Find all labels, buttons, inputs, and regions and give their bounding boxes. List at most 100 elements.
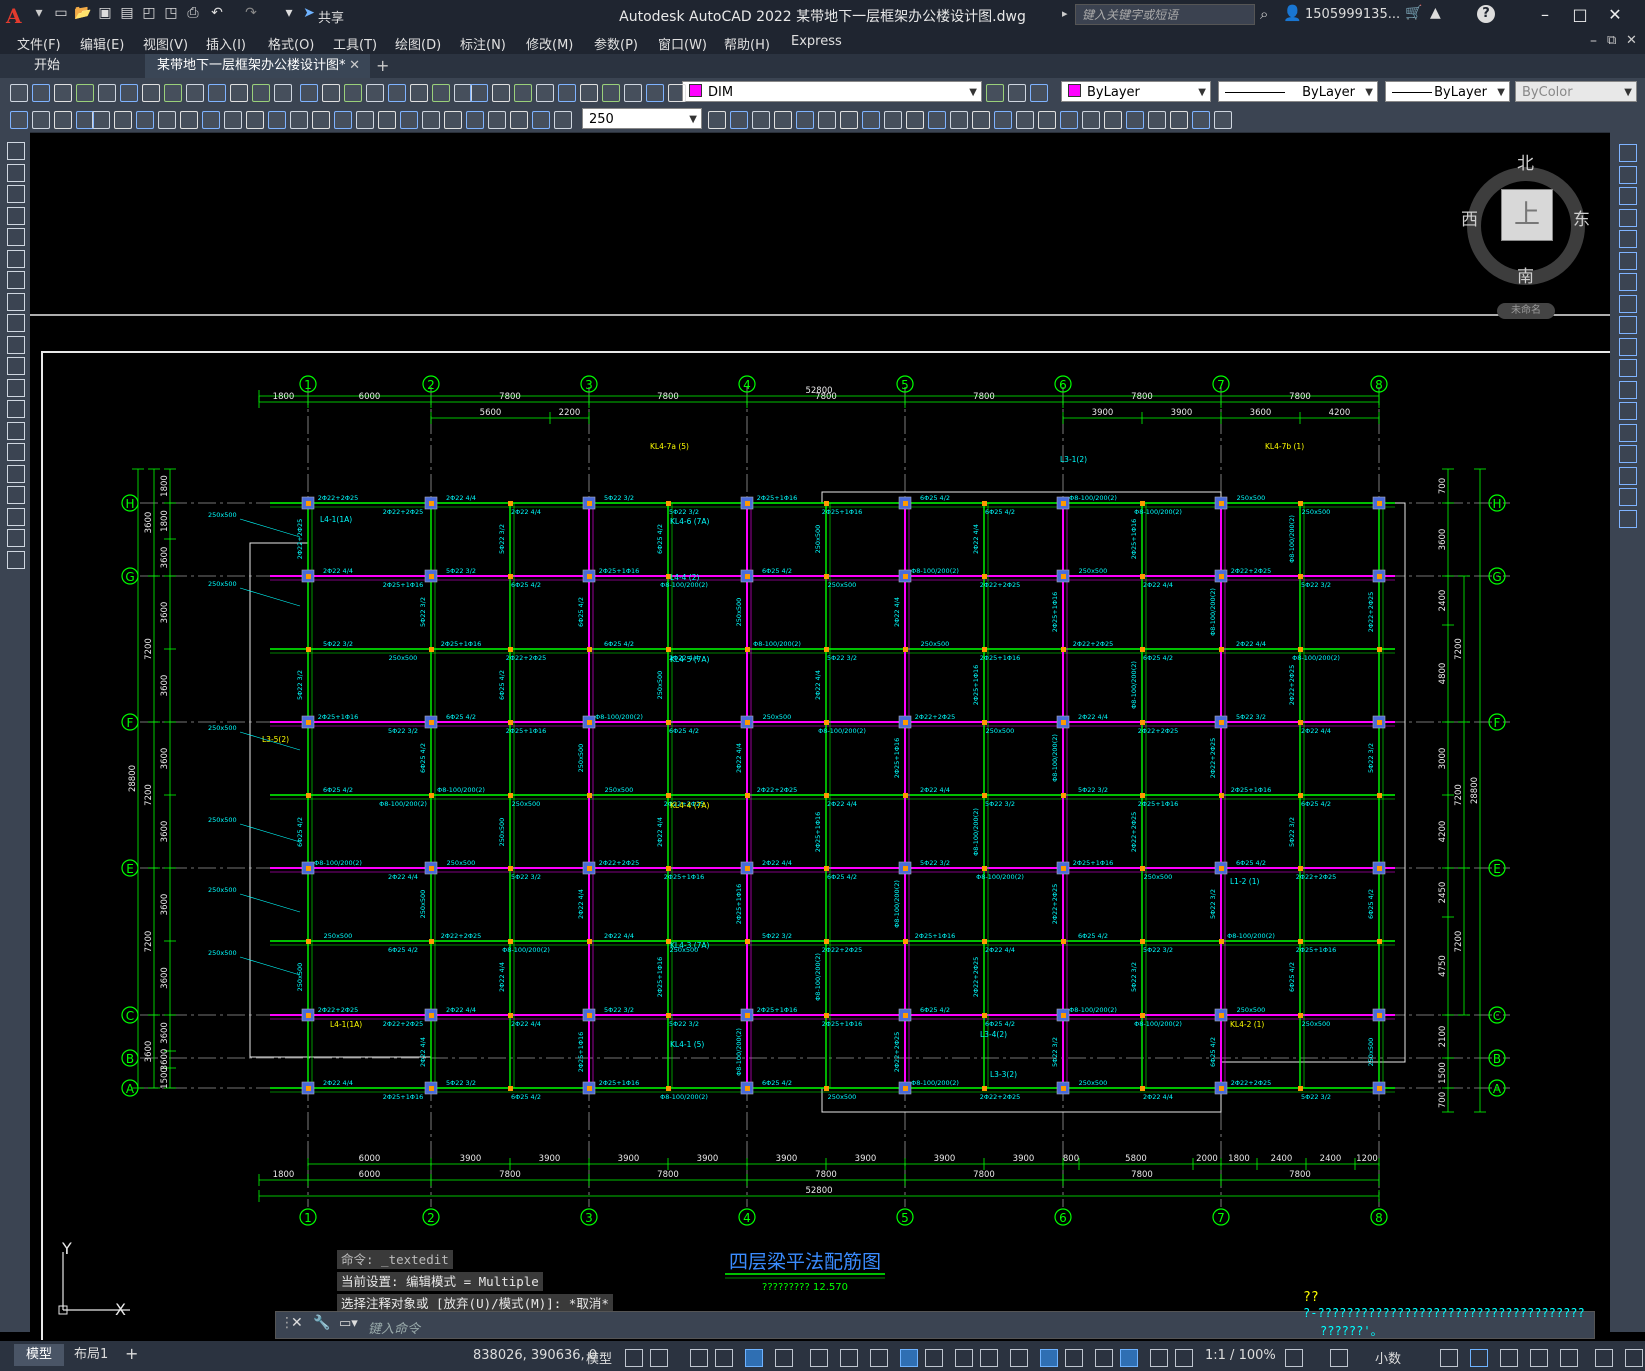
menu-file[interactable]: 文件(F) [17,34,61,53]
toolbar2-10-icon[interactable] [202,111,220,129]
modify-tool-12-icon[interactable] [1619,380,1637,399]
status-toggle-18-icon[interactable] [1120,1349,1138,1367]
toolbar2-42-icon[interactable] [1038,111,1056,129]
draw-tool-13-icon[interactable] [7,400,25,418]
status-toggle-29-icon[interactable] [1625,1349,1643,1367]
draw-tool-20-icon[interactable] [7,550,25,569]
modify-tool-8-icon[interactable] [1619,294,1637,313]
status-toggle-20-icon[interactable] [1175,1349,1193,1367]
toolbar1-24-icon[interactable] [514,84,532,102]
draw-tool-19-icon[interactable] [7,529,25,547]
toolbar2-29-icon[interactable] [752,111,770,129]
toolbar1-7-icon[interactable] [142,84,160,102]
modify-tool-16-icon[interactable] [1619,466,1637,485]
toolbar2-16-icon[interactable] [334,111,352,129]
status-toggle-28-icon[interactable] [1595,1349,1613,1367]
toolbar1-12-icon[interactable] [252,84,270,102]
compass-south[interactable]: 南 [1517,262,1534,287]
doc-restore-icon[interactable]: ⧉ [1607,33,1616,48]
plotstyle-dropdown[interactable]: ByColor ▼ [1515,81,1637,102]
recent-commands-icon[interactable]: ▭▾ [339,1316,358,1331]
toolbar1-19-icon[interactable] [410,84,428,102]
status-toggle-10-icon[interactable] [900,1349,918,1367]
toolbar2-15-icon[interactable] [312,111,330,129]
status-toggle-27-icon[interactable] [1560,1349,1578,1367]
modify-tool-11-icon[interactable] [1619,359,1637,377]
toolbar1-30-icon[interactable] [646,84,664,102]
add-layout-icon[interactable]: + [125,1344,138,1363]
autodesk-a360-icon[interactable]: ▲ [1430,5,1441,21]
toolbar2-17-icon[interactable] [356,111,374,129]
toolbar2-13-icon[interactable] [268,111,286,129]
toolbar2-45-icon[interactable] [1104,111,1122,129]
toolbar2-19-icon[interactable] [400,111,418,129]
toolbar2-43-icon[interactable] [1060,111,1078,129]
menu-tools[interactable]: 工具(T) [333,34,377,53]
toolbar1-6-icon[interactable] [120,84,138,102]
toolbar2-12-icon[interactable] [246,111,264,129]
new-tab-icon[interactable]: + [376,56,389,75]
maximize-icon[interactable]: □ [1565,4,1595,26]
draw-tool-1-icon[interactable] [7,142,25,160]
toolbar1-33-icon[interactable] [1008,84,1026,102]
model-space-button[interactable]: 模型 [586,1348,612,1367]
draw-tool-18-icon[interactable] [7,507,25,526]
toolbar2-32-icon[interactable] [818,111,836,129]
status-toggle-3-icon[interactable] [690,1349,708,1367]
toolbar2-41-icon[interactable] [1016,111,1034,129]
toolbar2-47-icon[interactable] [1148,111,1166,129]
compass-north[interactable]: 北 [1517,149,1534,174]
drawing-canvas[interactable]: 1 1 2 2 3 3 4 4 5 5 6 6 7 7 8 8 H H G G F F E E C C B B A A 52800 1800 6… [30,132,1610,1340]
tab-start[interactable]: 开始 [22,54,142,78]
toolbar1-23-icon[interactable] [492,84,510,102]
toolbar2-39-icon[interactable] [972,111,990,129]
status-toggle-23-icon[interactable] [1440,1349,1458,1367]
search-icon[interactable]: ⌕ [1260,5,1268,23]
toolbar1-26-icon[interactable] [558,84,576,102]
toolbar2-46-icon[interactable] [1126,111,1144,129]
draw-tool-3-icon[interactable] [7,185,25,203]
toolbar2-11-icon[interactable] [224,111,242,129]
status-toggle-15-icon[interactable] [1040,1349,1058,1367]
draw-tool-7-icon[interactable] [7,271,25,289]
draw-tool-6-icon[interactable] [7,249,25,268]
search-expand-icon[interactable]: ▸ [1062,7,1068,20]
draw-tool-15-icon[interactable] [7,443,25,461]
doc-close-icon[interactable]: ✕ [1626,33,1637,48]
toolbar2-31-icon[interactable] [796,111,814,129]
modify-tool-18-icon[interactable] [1619,509,1637,528]
help-icon[interactable]: ? [1477,5,1495,23]
toolbar2-2-icon[interactable] [32,111,50,129]
toolbar1-18-icon[interactable] [388,84,406,102]
dimscale-dropdown[interactable]: 250 ▼ [582,108,702,129]
menu-insert[interactable]: 插入(I) [206,34,246,53]
layer-dropdown[interactable]: DIM ▼ [682,81,982,102]
user-name[interactable]: 1505999135... [1305,7,1400,22]
draw-tool-11-icon[interactable] [7,357,25,375]
status-toggle-14-icon[interactable] [1010,1349,1028,1367]
modify-tool-13-icon[interactable] [1619,402,1637,420]
layout-tab-model[interactable]: 模型 [14,1344,65,1366]
viewcube-top-face[interactable]: 上 [1501,189,1553,241]
modify-tool-3-icon[interactable] [1619,187,1637,205]
toolbar1-27-icon[interactable] [580,84,598,102]
draw-tool-16-icon[interactable] [7,464,25,483]
toolbar2-48-icon[interactable] [1170,111,1188,129]
toolbar1-5-icon[interactable] [98,84,116,102]
toolbar1-25-icon[interactable] [536,84,554,102]
toolbar2-26-icon[interactable] [554,111,572,129]
toolbar2-35-icon[interactable] [884,111,902,129]
toolbar2-38-icon[interactable] [950,111,968,129]
viewcube[interactable]: 北 南 东 西 上 [1461,154,1590,287]
menu-parametric[interactable]: 参数(P) [594,34,638,53]
status-toggle-12-icon[interactable] [955,1349,973,1367]
toolbar2-25-icon[interactable] [532,111,550,129]
units-dropdown[interactable]: 小数 [1375,1348,1401,1367]
status-toggle-7-icon[interactable] [810,1349,828,1367]
toolbar2-50-icon[interactable] [1214,111,1232,129]
linetype-dropdown[interactable]: ByLayer ▼ [1218,81,1378,102]
draw-tool-17-icon[interactable] [7,486,25,504]
toolbar1-4-icon[interactable] [76,84,94,102]
status-toggle-22-icon[interactable] [1330,1349,1348,1367]
toolbar2-40-icon[interactable] [994,111,1012,129]
